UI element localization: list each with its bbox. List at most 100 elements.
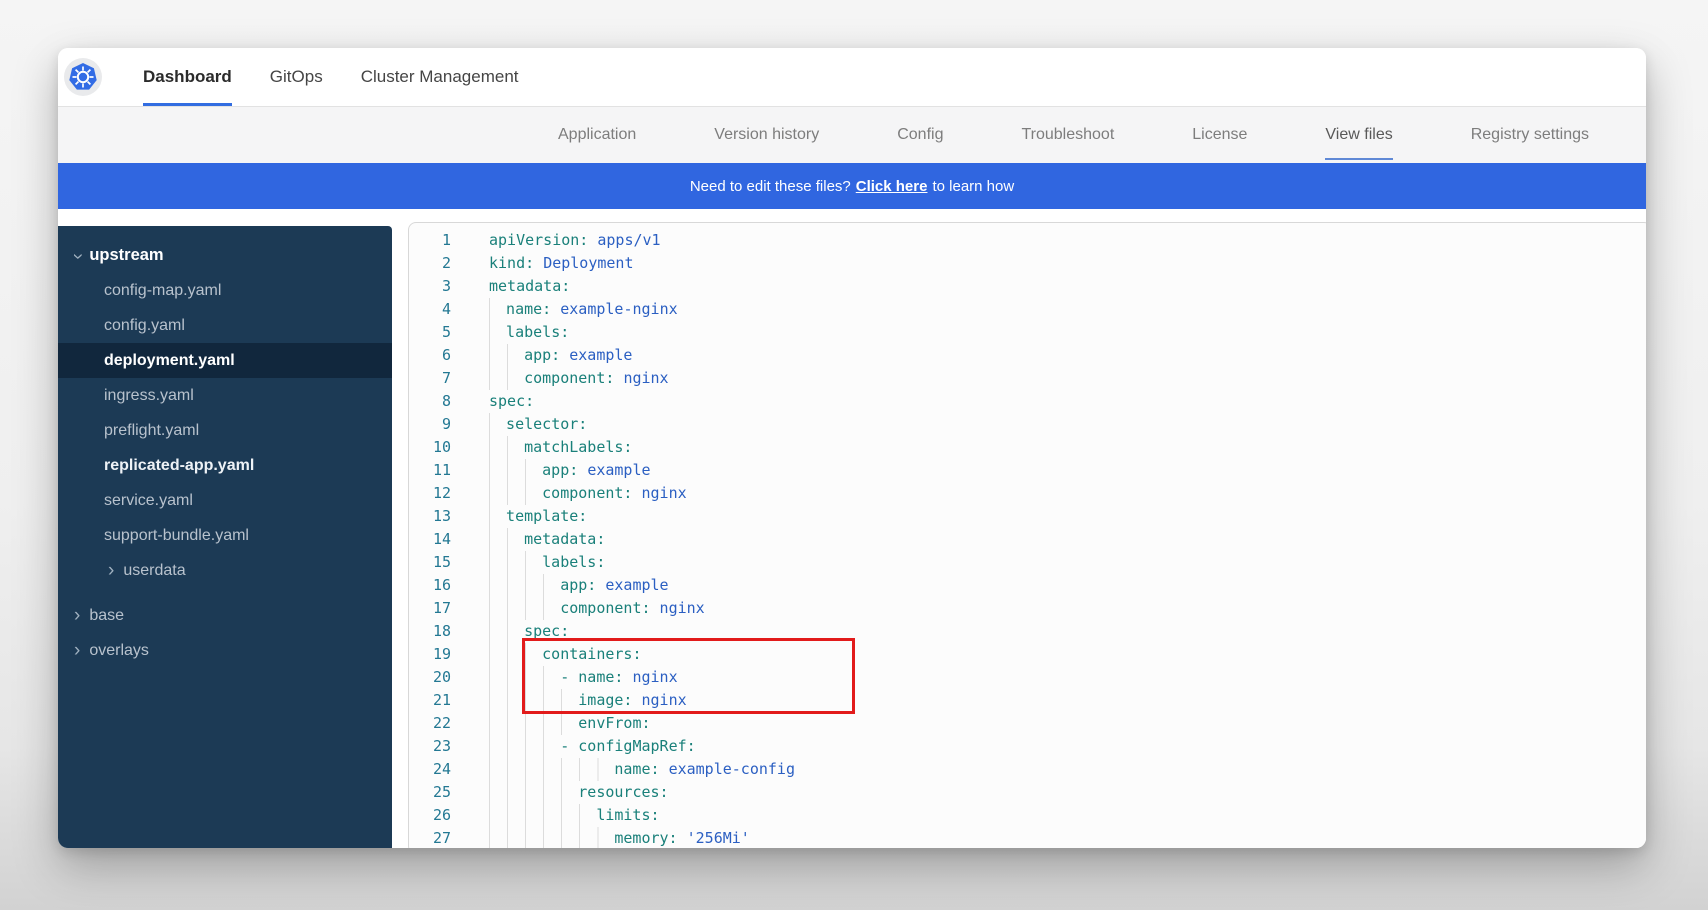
tab-application[interactable]: Application [558, 107, 636, 163]
tab-license[interactable]: License [1192, 107, 1247, 163]
tree-item-label: upstream [89, 246, 163, 265]
editor-line: 7component: nginx [409, 367, 1646, 390]
line-number: 12 [409, 482, 451, 505]
primary-nav-tabs: Dashboard GitOps Cluster Management [143, 48, 519, 106]
tree-item-label: deployment.yaml [104, 352, 235, 370]
code-text: metadata: [489, 528, 605, 551]
file-content-editor[interactable]: 1 apiVersion: apps/v12kind: Deployment3 me… [408, 222, 1646, 848]
editor-line: 8spec: [409, 390, 1646, 413]
admin-console-window: Dashboard GitOps Cluster Management Applic… [58, 48, 1646, 848]
editor-line: 21 image: nginx [409, 689, 1646, 712]
indent-guides [489, 804, 596, 827]
editor-line: 19containers: [409, 643, 1646, 666]
tree-file-ingress-yaml[interactable]: ingress.yaml [58, 378, 392, 413]
line-number: 21 [409, 689, 451, 712]
tree-item-label: preflight.yaml [104, 422, 199, 440]
tree-file-config-yaml[interactable]: config.yaml [58, 308, 392, 343]
editor-line: 11app: example [409, 459, 1646, 482]
nav-tab-cluster-management[interactable]: Cluster Management [361, 48, 519, 106]
tree-file-service-yaml[interactable]: service.yaml [58, 483, 392, 518]
editor-line: 6app: example [409, 344, 1646, 367]
banner-text-prefix: Need to edit these files? [690, 178, 851, 195]
code-text: resources: [489, 781, 669, 804]
line-number: 16 [409, 574, 451, 597]
line-number: 20 [409, 666, 451, 689]
tree-item-label: config.yaml [104, 317, 185, 335]
tree-file-replicated-app-yaml[interactable]: replicated-app.yaml [58, 448, 392, 483]
file-tree-sidebar[interactable]: ›upstreamconfig-map.yamlconfig.yamldeplo… [58, 226, 392, 848]
chevron-right-icon: › [74, 641, 80, 660]
indent-guides [489, 367, 524, 390]
editor-line: 4name: example-nginx [409, 298, 1646, 321]
editor-line: 5labels: [409, 321, 1646, 344]
indent-guides [489, 321, 506, 344]
line-number: 22 [409, 712, 451, 735]
line-number: 24 [409, 758, 451, 781]
tree-folder-base[interactable]: › base [58, 598, 392, 633]
indent-guides [489, 735, 560, 758]
tree-file-preflight-yaml[interactable]: preflight.yaml [58, 413, 392, 448]
code-text: labels: [489, 551, 605, 574]
tree-item-label: ingress.yaml [104, 387, 194, 405]
indent-guides [489, 781, 578, 804]
line-number: 26 [409, 804, 451, 827]
line-number: 27 [409, 827, 451, 848]
code-text: name: example-config [489, 758, 795, 781]
editor-line: 2kind: Deployment [409, 252, 1646, 275]
editor-line: 12 component: nginx [409, 482, 1646, 505]
tab-registry-settings[interactable]: Registry settings [1471, 107, 1589, 163]
code-text: image: nginx [489, 689, 687, 712]
editor-line: 13template: [409, 505, 1646, 528]
tab-config[interactable]: Config [897, 107, 943, 163]
nav-tab-dashboard[interactable]: Dashboard [143, 48, 232, 106]
editor-line: 10matchLabels: [409, 436, 1646, 459]
tree-item-label: service.yaml [104, 492, 193, 510]
code-text: memory: '256Mi' [489, 827, 750, 848]
tree-folder-userdata[interactable]: ›userdata [58, 553, 392, 588]
file-tabs-bar: Application Version history Config Troubles… [58, 107, 1646, 163]
editor-line: 14metadata: [409, 528, 1646, 551]
indent-guides [489, 528, 524, 551]
tab-version-history[interactable]: Version history [714, 107, 819, 163]
indent-guides [489, 666, 560, 689]
chevron-right-icon: › [74, 606, 80, 625]
line-number: 25 [409, 781, 451, 804]
tree-item-label: base [89, 607, 124, 625]
tab-troubleshoot[interactable]: Troubleshoot [1021, 107, 1114, 163]
code-text: metadata: [489, 275, 570, 298]
code-text: component: nginx [489, 597, 705, 620]
editor-line: 24 name: example-config [409, 758, 1646, 781]
code-text: spec: [489, 390, 534, 413]
code-text: - configMapRef: [489, 735, 696, 758]
editor-line: 3 metadata: [409, 275, 1646, 298]
code-text: app: example [489, 574, 669, 597]
line-number: 6 [409, 344, 451, 367]
indent-guides [489, 413, 506, 436]
code-text: spec: [489, 620, 569, 643]
code-text: component: nginx [489, 482, 687, 505]
code-text: limits: [489, 804, 660, 827]
tab-view-files[interactable]: View files [1325, 107, 1392, 163]
tree-file-support-bundle-yaml[interactable]: support-bundle.yaml [58, 518, 392, 553]
click-here-link[interactable]: Click here [856, 178, 928, 195]
indent-guides [489, 459, 542, 482]
indent-guides [489, 482, 542, 505]
code-text: selector: [489, 413, 587, 436]
line-number: 2 [409, 252, 451, 275]
edit-files-banner: Need to edit these files? Click here to … [58, 163, 1646, 209]
line-number: 3 [409, 275, 451, 298]
line-number: 1 [409, 229, 451, 252]
nav-tab-gitops[interactable]: GitOps [270, 48, 323, 106]
editor-line: 22 envFrom: [409, 712, 1646, 735]
tree-file-deployment-yaml[interactable]: deployment.yaml [58, 343, 392, 378]
tree-file-config-map-yaml[interactable]: config-map.yaml [58, 273, 392, 308]
tree-folder-upstream[interactable]: ›upstream [58, 238, 392, 273]
tree-folder-overlays[interactable]: ›overlays [58, 633, 392, 668]
line-number: 15 [409, 551, 451, 574]
editor-line: 15 labels: [409, 551, 1646, 574]
code-text: envFrom: [489, 712, 651, 735]
code-text: apiVersion: apps/v1 [489, 229, 661, 252]
tree-item-label: userdata [123, 562, 185, 580]
indent-guides [489, 620, 524, 643]
code-text: template: [489, 505, 587, 528]
